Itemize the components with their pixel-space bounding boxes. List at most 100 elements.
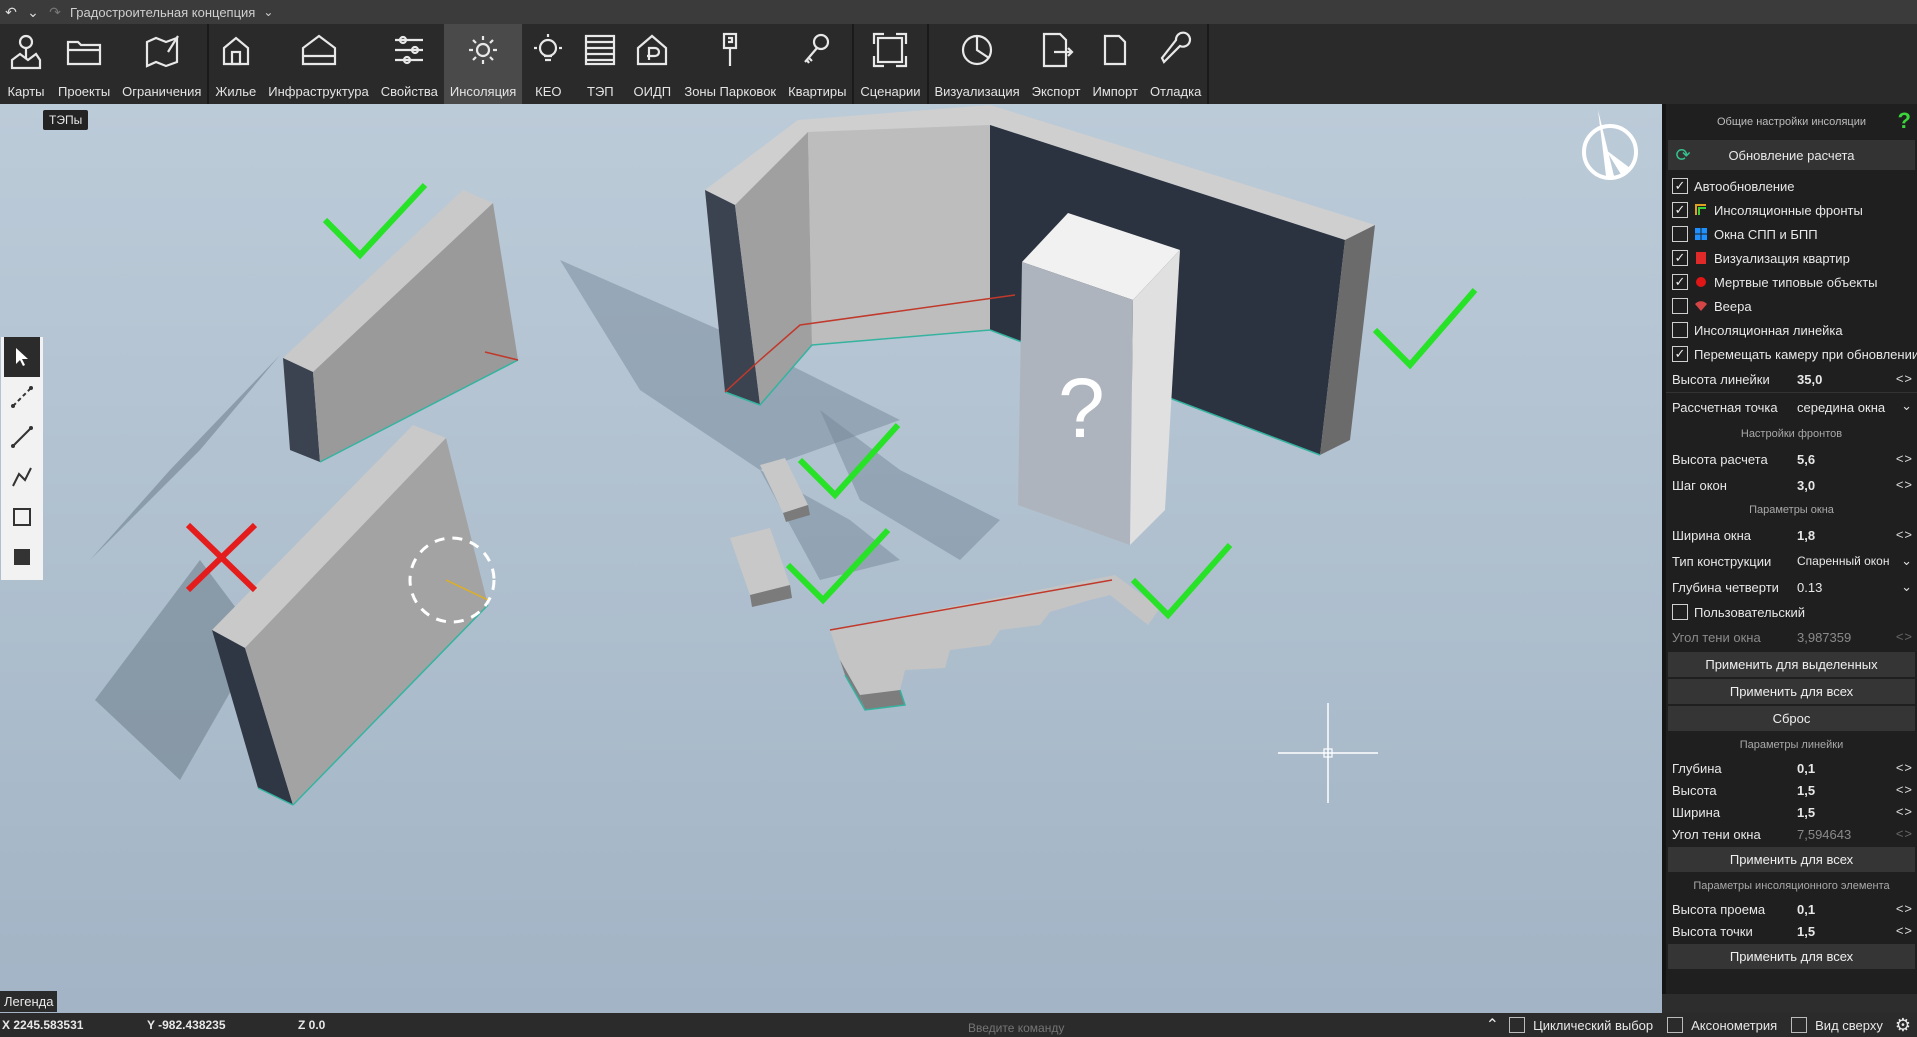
option-checkbox[interactable]: [1672, 226, 1688, 242]
stepper-arrows-icon[interactable]: <>: [1896, 477, 1913, 492]
reset-button[interactable]: Сброс: [1668, 706, 1915, 731]
toolbar-label: Инсоляция: [449, 84, 517, 99]
calc-height-field[interactable]: Высота расчета 5,6 <>: [1666, 446, 1917, 472]
opening-height-field[interactable]: Высота проема 0,1 <>: [1666, 898, 1917, 920]
toolbar-button-wrench[interactable]: Отладка: [1144, 24, 1207, 104]
stepper-arrows-icon[interactable]: <>: [1896, 923, 1913, 938]
polyline-tool-icon[interactable]: [4, 457, 40, 497]
scene-render[interactable]: [0, 104, 1662, 1013]
toolbar-button-sun[interactable]: Инсоляция: [443, 24, 523, 104]
undo-icon[interactable]: ↶: [0, 0, 22, 24]
north-compass-icon[interactable]: [1582, 126, 1638, 182]
status-right-controls: ⌃ Циклический выбор Аксонометрия Вид све…: [1486, 1013, 1917, 1037]
chevron-down-icon[interactable]: ⌄: [1901, 398, 1913, 414]
stepper-arrows-icon[interactable]: <>: [1896, 804, 1913, 819]
toolbar-button-light-bulb[interactable]: КЕО: [522, 24, 574, 104]
toolbar-button-table[interactable]: ТЭП: [574, 24, 626, 104]
toolbar-group: Карты Проекты Ограничения: [0, 24, 210, 104]
toolbar-button-pie[interactable]: Визуализация: [929, 24, 1026, 104]
main-toolbar: Карты Проекты Ограничения Жилье Инфраструкту…: [0, 24, 1917, 104]
line-tool-icon[interactable]: [4, 417, 40, 457]
command-input[interactable]: [968, 1016, 1468, 1036]
toolbar-button-folder[interactable]: Проекты: [52, 24, 116, 104]
window-step-field[interactable]: Шаг окон 3,0 <>: [1666, 472, 1917, 498]
stepper-arrows-icon[interactable]: <>: [1896, 901, 1913, 916]
toolbar-label: Отладка: [1149, 84, 1202, 99]
rectangle-tool-icon[interactable]: [4, 497, 40, 537]
stepper-arrows-icon[interactable]: <>: [1896, 451, 1913, 466]
option-checkbox[interactable]: [1672, 322, 1688, 338]
toolbar-button-keys[interactable]: Квартиры: [782, 24, 852, 104]
ruler-height-param-field[interactable]: Высота 1,5 <>: [1666, 779, 1917, 801]
window-width-field[interactable]: Ширина окна 1,8 <>: [1666, 522, 1917, 548]
stepper-arrows-icon[interactable]: <>: [1896, 371, 1913, 386]
option-label: Автообновление: [1694, 178, 1795, 194]
apply-all-ruler-button[interactable]: Применить для всех: [1668, 847, 1915, 872]
legend-button[interactable]: Легенда: [0, 991, 58, 1012]
gear-icon[interactable]: ⚙: [1895, 1015, 1911, 1036]
panel-title: Общие настройки инсоляции: [1716, 116, 1867, 128]
construction-type-select[interactable]: Тип конструкции Спаренный окон ⌄: [1666, 548, 1917, 574]
custom-checkbox[interactable]: [1672, 604, 1688, 620]
ruler-width-field[interactable]: Ширина 1,5 <>: [1666, 801, 1917, 823]
option-row[interactable]: ✓ Визуализация квартир: [1666, 246, 1917, 270]
axonometry-checkbox[interactable]: [1667, 1017, 1684, 1033]
redo-icon[interactable]: ↷: [44, 0, 66, 24]
toolbar-button-map-pin[interactable]: Карты: [0, 24, 52, 104]
stepper-arrows-icon[interactable]: <>: [1896, 760, 1913, 775]
file-icon: [1104, 34, 1127, 66]
top-view-checkbox[interactable]: [1791, 1017, 1808, 1033]
toolbar-button-house[interactable]: Жилье: [209, 24, 262, 104]
quarter-depth-select[interactable]: Глубина четверти 0.13 ⌄: [1666, 574, 1917, 600]
ruler-height-field[interactable]: Высота линейки 35,0 <>: [1666, 366, 1917, 392]
question-mark: ?: [1058, 361, 1105, 455]
3d-viewport[interactable]: ?: [0, 104, 1662, 1013]
option-row[interactable]: ✓ Мертвые типовые объекты: [1666, 270, 1917, 294]
hatch-tool-icon[interactable]: [4, 537, 40, 577]
option-row[interactable]: ✓ Автообновление: [1666, 174, 1917, 198]
stepper-arrows-icon[interactable]: <>: [1896, 527, 1913, 542]
toolbar-button-frame[interactable]: Сценарии: [854, 24, 926, 104]
select-arrow-icon[interactable]: [4, 337, 40, 377]
option-checkbox[interactable]: ✓: [1672, 202, 1688, 218]
ruler-depth-field[interactable]: Глубина 0,1 <>: [1666, 757, 1917, 779]
help-icon[interactable]: ?: [1898, 108, 1911, 134]
dashed-line-tool-icon[interactable]: [4, 377, 40, 417]
chevron-down-icon[interactable]: ⌄: [263, 5, 273, 19]
toolbar-button-ruble-house[interactable]: ОИДП: [626, 24, 678, 104]
cyclic-select-checkbox[interactable]: [1509, 1017, 1526, 1033]
tep-tag[interactable]: ТЭПы: [43, 110, 89, 130]
update-calculation-button[interactable]: ⟳ Обновление расчета: [1668, 140, 1915, 170]
option-checkbox[interactable]: [1672, 298, 1688, 314]
toolbar-button-parking[interactable]: Зоны Парковок: [678, 24, 782, 104]
option-row[interactable]: ✓ Перемещать камеру при обновлении: [1666, 342, 1917, 366]
apply-all-element-button[interactable]: Применить для всех: [1668, 944, 1915, 969]
apply-selected-button[interactable]: Применить для выделенных: [1668, 652, 1915, 677]
shadow-angle-field: Угол тени окна 3,987359 <>: [1672, 629, 1913, 645]
pie-icon: [961, 34, 993, 66]
option-checkbox[interactable]: ✓: [1672, 250, 1688, 266]
option-row[interactable]: Инсоляционная линейка: [1666, 318, 1917, 342]
chevron-down-icon[interactable]: ⌄: [1901, 579, 1913, 595]
stepper-arrows-icon[interactable]: <>: [1896, 782, 1913, 797]
option-row[interactable]: Веера: [1666, 294, 1917, 318]
toolbar-button-map-edit[interactable]: Ограничения: [116, 24, 207, 104]
chevron-down-icon[interactable]: ⌄: [1901, 553, 1913, 569]
option-checkbox[interactable]: ✓: [1672, 178, 1688, 194]
calc-point-select[interactable]: Рассчетная точка середина окна ⌄: [1666, 392, 1917, 422]
undo-dropdown-icon[interactable]: ⌄: [22, 0, 44, 24]
toolbar-label: Зоны Парковок: [684, 84, 777, 99]
ruble-house-icon: [637, 34, 668, 66]
option-row[interactable]: ✓ Инсоляционные фронты: [1666, 198, 1917, 222]
toolbar-button-infrastructure[interactable]: Инфраструктура: [262, 24, 374, 104]
toolbar-button-file[interactable]: Импорт: [1086, 24, 1143, 104]
custom-checkbox-row[interactable]: Пользовательский: [1666, 600, 1917, 624]
point-height-field[interactable]: Высота точки 1,5 <>: [1666, 920, 1917, 942]
apply-all-button[interactable]: Применить для всех: [1668, 679, 1915, 704]
option-checkbox[interactable]: ✓: [1672, 346, 1688, 362]
toolbar-button-export[interactable]: Экспорт: [1026, 24, 1087, 104]
option-checkbox[interactable]: ✓: [1672, 274, 1688, 290]
chevron-up-icon[interactable]: ⌃: [1486, 1015, 1499, 1035]
toolbar-button-sliders[interactable]: Свойства: [375, 24, 444, 104]
option-row[interactable]: Окна СПП и БПП: [1666, 222, 1917, 246]
